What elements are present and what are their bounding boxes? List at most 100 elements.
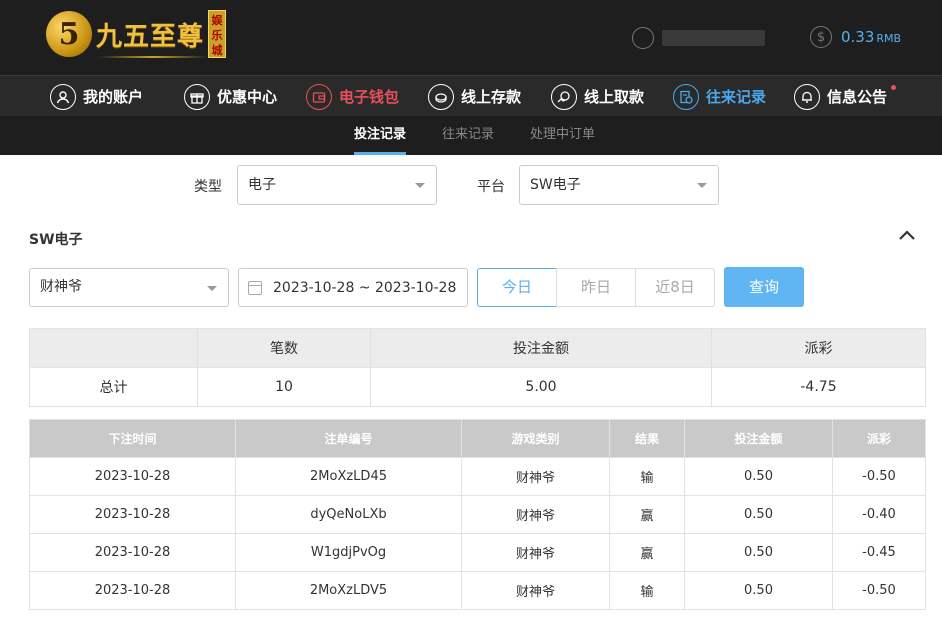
nav-transaction-records[interactable]: 往来记录 <box>673 76 766 117</box>
nav-label: 优惠中心 <box>217 88 278 106</box>
collapse-chevron-up-icon[interactable] <box>898 228 918 246</box>
type-label: 类型 <box>194 179 222 195</box>
bet-time-cell: 2023-10-28 <box>29 457 236 496</box>
detail-header: 派彩 <box>832 419 926 458</box>
bet-amount-cell: 0.50 <box>684 571 833 610</box>
nav-label: 电子钱包 <box>339 88 400 106</box>
nav-my-account[interactable]: 我的账户 <box>50 76 143 117</box>
order-id-cell: dyQeNoLXb <box>235 495 462 534</box>
wallet-icon <box>306 83 332 110</box>
bet-time-cell: 2023-10-28 <box>29 495 236 534</box>
tab-pending-orders[interactable]: 处理中订单 <box>530 116 595 155</box>
deposit-icon <box>428 83 454 110</box>
main-nav: 我的账户 优惠中心 电子钱包 线上存款 线上取款 往来记录 信息公告 <box>0 75 942 116</box>
game-type-cell: 财神爷 <box>461 457 610 496</box>
summary-header: 投注金额 <box>370 328 712 368</box>
platform-select[interactable]: SW电子 <box>519 165 719 205</box>
date-range-value: 2023-10-28 ~ 2023-10-28 <box>273 279 457 296</box>
notification-dot <box>891 85 897 90</box>
bet-amount-cell: 0.50 <box>684 457 833 496</box>
detail-header: 游戏类别 <box>461 419 610 458</box>
tab-bet-records[interactable]: 投注记录 <box>354 116 407 155</box>
bet-amount-cell: 0.50 <box>684 533 833 572</box>
logo-ornament <box>98 56 208 58</box>
chevron-down-icon <box>697 183 707 188</box>
nav-promotions[interactable]: 优惠中心 <box>184 76 277 117</box>
detail-header: 结果 <box>609 419 685 458</box>
game-select[interactable]: 财神爷 <box>29 268 229 307</box>
bet-amount-cell: 0.50 <box>684 495 833 534</box>
summary-table: 笔数 投注金额 派彩 总计 10 5.00 -4.75 <box>29 328 926 407</box>
bell-icon <box>794 83 820 110</box>
chevron-down-icon <box>207 286 217 291</box>
platform-select-value: SW电子 <box>530 177 581 193</box>
summary-cell: -4.75 <box>711 367 926 407</box>
summary-header: 笔数 <box>197 328 371 368</box>
today-button[interactable]: 今日 <box>477 268 557 307</box>
payout-cell: -0.40 <box>832 495 926 534</box>
section-title: SW电子 <box>29 232 83 248</box>
order-id-cell: 2MoXzLDV5 <box>235 571 462 610</box>
top-bar: 5 九五至尊 娱乐城 $ 0.33 RMB <box>0 0 942 75</box>
date-range-picker[interactable]: 2023-10-28 ~ 2023-10-28 <box>238 268 468 307</box>
chevron-down-icon <box>415 183 425 188</box>
brand-logo[interactable]: 5 九五至尊 娱乐城 <box>46 10 227 58</box>
withdraw-icon <box>551 83 577 110</box>
platform-label: 平台 <box>477 179 505 195</box>
bet-time-cell: 2023-10-28 <box>29 571 236 610</box>
nav-online-deposit[interactable]: 线上存款 <box>428 76 521 117</box>
calendar-icon <box>248 280 262 295</box>
last-8-days-button[interactable]: 近8日 <box>635 268 715 307</box>
detail-header-row: 下注时间 注单编号 游戏类别 结果 投注金额 派彩 <box>29 419 926 458</box>
detail-header: 投注金额 <box>684 419 833 458</box>
summary-total-row: 总计 10 5.00 -4.75 <box>29 367 926 407</box>
order-id-cell: W1gdjPvOg <box>235 533 462 572</box>
sub-nav: 投注记录 往来记录 处理中订单 <box>0 116 942 155</box>
table-row: 2023-10-28 dyQeNoLXb 财神爷 赢 0.50 -0.40 <box>29 495 926 534</box>
game-type-cell: 财神爷 <box>461 495 610 534</box>
nav-label: 线上取款 <box>584 88 645 106</box>
nav-online-withdraw[interactable]: 线上取款 <box>551 76 644 117</box>
records-icon <box>673 83 699 110</box>
table-row: 2023-10-28 2MoXzLDV5 财神爷 输 0.50 -0.50 <box>29 571 926 610</box>
summary-header-row: 笔数 投注金额 派彩 <box>29 328 926 368</box>
detail-header: 下注时间 <box>29 419 236 458</box>
logo-mark: 5 <box>46 11 92 57</box>
search-button[interactable]: 查询 <box>724 267 804 307</box>
gift-icon <box>184 83 210 110</box>
bet-detail-table: 下注时间 注单编号 游戏类别 结果 投注金额 派彩 2023-10-28 2Mo… <box>29 419 926 610</box>
balance-amount: 0.33 <box>841 28 875 46</box>
payout-cell: -0.45 <box>832 533 926 572</box>
nav-announcements[interactable]: 信息公告 <box>794 76 897 117</box>
tab-transaction-records[interactable]: 往来记录 <box>442 116 494 155</box>
brand-badge: 娱乐城 <box>208 10 227 58</box>
balance-display: 0.33 RMB <box>841 28 901 46</box>
bet-time-cell: 2023-10-28 <box>29 533 236 572</box>
summary-header <box>29 328 198 368</box>
username-masked <box>662 30 765 46</box>
game-select-value: 财神爷 <box>40 279 82 295</box>
game-type-cell: 财神爷 <box>461 571 610 610</box>
nav-e-wallet[interactable]: 电子钱包 <box>306 76 399 117</box>
payout-cell: -0.50 <box>832 457 926 496</box>
summary-header: 派彩 <box>711 328 926 368</box>
type-select[interactable]: 电子 <box>237 165 437 205</box>
result-cell: 输 <box>609 571 685 610</box>
result-cell: 赢 <box>609 533 685 572</box>
user-icon <box>50 83 76 110</box>
user-avatar-icon[interactable] <box>632 27 654 49</box>
nav-label: 往来记录 <box>706 88 767 106</box>
yesterday-button[interactable]: 昨日 <box>556 268 636 307</box>
table-row: 2023-10-28 2MoXzLD45 财神爷 输 0.50 -0.50 <box>29 457 926 496</box>
order-id-cell: 2MoXzLD45 <box>235 457 462 496</box>
nav-label: 信息公告 <box>827 88 888 106</box>
result-cell: 赢 <box>609 495 685 534</box>
nav-label: 线上存款 <box>461 88 522 106</box>
detail-header: 注单编号 <box>235 419 462 458</box>
dollar-icon: $ <box>810 26 832 48</box>
summary-cell: 总计 <box>29 367 198 407</box>
payout-cell: -0.50 <box>832 571 926 610</box>
summary-cell: 5.00 <box>370 367 712 407</box>
table-row: 2023-10-28 W1gdjPvOg 财神爷 赢 0.50 -0.45 <box>29 533 926 572</box>
nav-label: 我的账户 <box>83 88 144 106</box>
